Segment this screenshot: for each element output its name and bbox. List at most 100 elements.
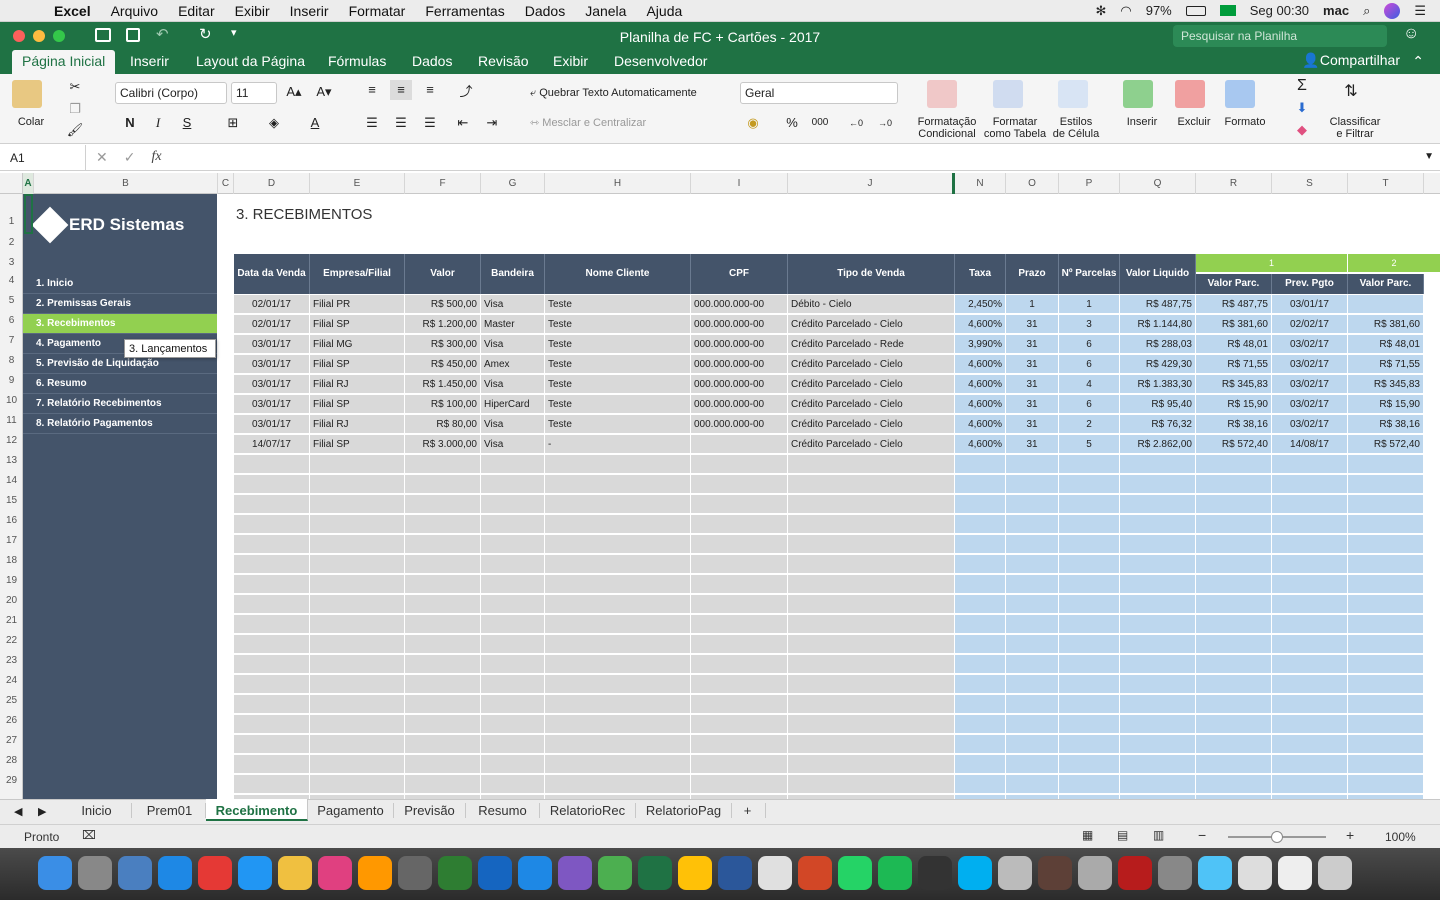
table-cell[interactable] [1059,775,1120,794]
table-cell[interactable]: 000.000.000-00 [691,315,788,334]
page-layout-icon[interactable]: ▤ [1117,828,1128,842]
table-cell[interactable]: Visa [481,335,545,354]
table-cell[interactable]: Filial SP [310,315,405,334]
table-cell[interactable] [234,515,310,534]
table-cell[interactable]: 4,600% [955,375,1006,394]
table-cell[interactable]: 5 [1059,435,1120,454]
table-cell[interactable]: 03/01/17 [234,375,310,394]
col-header-n[interactable]: N [955,173,1006,194]
menu-ferramentas[interactable]: Ferramentas [425,3,504,19]
sheet-tab[interactable]: Previsão [394,803,466,818]
table-cell[interactable] [1006,715,1059,734]
table-cell[interactable] [1120,615,1196,634]
table-cell[interactable] [545,715,691,734]
table-cell[interactable] [1059,535,1120,554]
table-cell[interactable] [1120,695,1196,714]
table-cell[interactable]: 31 [1006,355,1059,374]
table-cell[interactable] [1348,455,1424,474]
table-cell[interactable] [1059,515,1120,534]
table-cell[interactable] [1120,735,1196,754]
format-table-label[interactable]: Formatar como Tabela [980,116,1050,140]
table-cell[interactable] [691,715,788,734]
clear-icon[interactable]: ◆ [1291,120,1313,140]
table-cell[interactable] [405,495,481,514]
table-cell[interactable] [1348,575,1424,594]
table-cell[interactable] [788,515,955,534]
table-cell[interactable] [1120,755,1196,774]
table-cell[interactable]: R$ 500,00 [405,295,481,314]
table-cell[interactable]: Filial SP [310,355,405,374]
table-cell[interactable] [691,595,788,614]
wifi-icon[interactable]: ◠ [1120,3,1131,19]
table-cell[interactable]: R$ 572,40 [1196,435,1272,454]
col-header-h[interactable]: H [545,173,691,194]
table-cell[interactable] [310,595,405,614]
table-cell[interactable] [1348,735,1424,754]
clock[interactable]: Seg 00:30 [1250,3,1309,18]
table-cell[interactable] [1348,595,1424,614]
table-cell[interactable] [1348,635,1424,654]
table-cell[interactable] [1059,575,1120,594]
table-cell[interactable]: 03/01/17 [234,335,310,354]
table-cell[interactable] [691,535,788,554]
table-cell[interactable] [481,755,545,774]
table-cell[interactable] [1196,735,1272,754]
table-cell[interactable] [1196,635,1272,654]
active-cell-marker[interactable] [24,194,33,234]
table-cell[interactable]: R$ 95,40 [1120,395,1196,414]
table-cell[interactable] [1059,715,1120,734]
table-cell[interactable] [481,695,545,714]
col-header-q[interactable]: Q [1120,173,1196,194]
table-cell[interactable] [1272,575,1348,594]
table-cell[interactable] [788,495,955,514]
table-cell[interactable] [788,695,955,714]
increase-font-icon[interactable]: A▴ [283,82,305,102]
table-cell[interactable] [1059,635,1120,654]
dock-app-icon[interactable] [918,856,952,890]
table-cell[interactable] [1059,495,1120,514]
table-cell[interactable]: R$ 1.383,30 [1120,375,1196,394]
table-cell[interactable] [1348,615,1424,634]
table-cell[interactable] [545,775,691,794]
nav-inicio[interactable]: 1. Inicio [23,274,217,294]
table-cell[interactable] [691,775,788,794]
tab-layout[interactable]: Layout da Página [196,53,305,69]
table-cell[interactable] [1120,655,1196,674]
table-cell[interactable] [1196,755,1272,774]
normal-view-icon[interactable]: ▦ [1082,828,1093,842]
nav-premissas[interactable]: 2. Premissas Gerais [23,294,217,314]
table-cell[interactable] [691,435,788,454]
table-cell[interactable] [691,515,788,534]
dock-app-icon[interactable] [958,856,992,890]
table-cell[interactable] [405,615,481,634]
table-cell[interactable] [955,555,1006,574]
col-header-e[interactable]: E [310,173,405,194]
table-cell[interactable] [1348,515,1424,534]
table-cell[interactable]: R$ 381,60 [1348,315,1424,334]
table-cell[interactable] [310,495,405,514]
table-cell[interactable] [691,495,788,514]
table-cell[interactable]: Crédito Parcelado - Cielo [788,435,955,454]
table-cell[interactable]: Amex [481,355,545,374]
table-cell[interactable]: - [545,435,691,454]
table-cell[interactable] [788,775,955,794]
dock-app-icon[interactable] [678,856,712,890]
table-cell[interactable]: R$ 450,00 [405,355,481,374]
table-cell[interactable] [1059,595,1120,614]
dock-app-icon[interactable] [118,856,152,890]
table-cell[interactable] [1006,575,1059,594]
sheet-tab[interactable]: Inicio [62,803,132,818]
macro-record-icon[interactable]: ⌧ [82,828,96,842]
table-cell[interactable] [545,555,691,574]
row-header[interactable]: 24 [0,675,23,689]
name-box[interactable]: A1 [0,145,86,171]
table-cell[interactable] [1006,655,1059,674]
table-cell[interactable] [310,555,405,574]
table-cell[interactable]: Teste [545,315,691,334]
table-cell[interactable]: R$ 1.450,00 [405,375,481,394]
sort-filter-icon[interactable]: ⇅ [1340,82,1362,102]
table-cell[interactable] [1006,675,1059,694]
sheet-tab[interactable]: Recebimento [206,799,308,821]
table-cell[interactable]: R$ 1.200,00 [405,315,481,334]
table-cell[interactable] [1006,455,1059,474]
